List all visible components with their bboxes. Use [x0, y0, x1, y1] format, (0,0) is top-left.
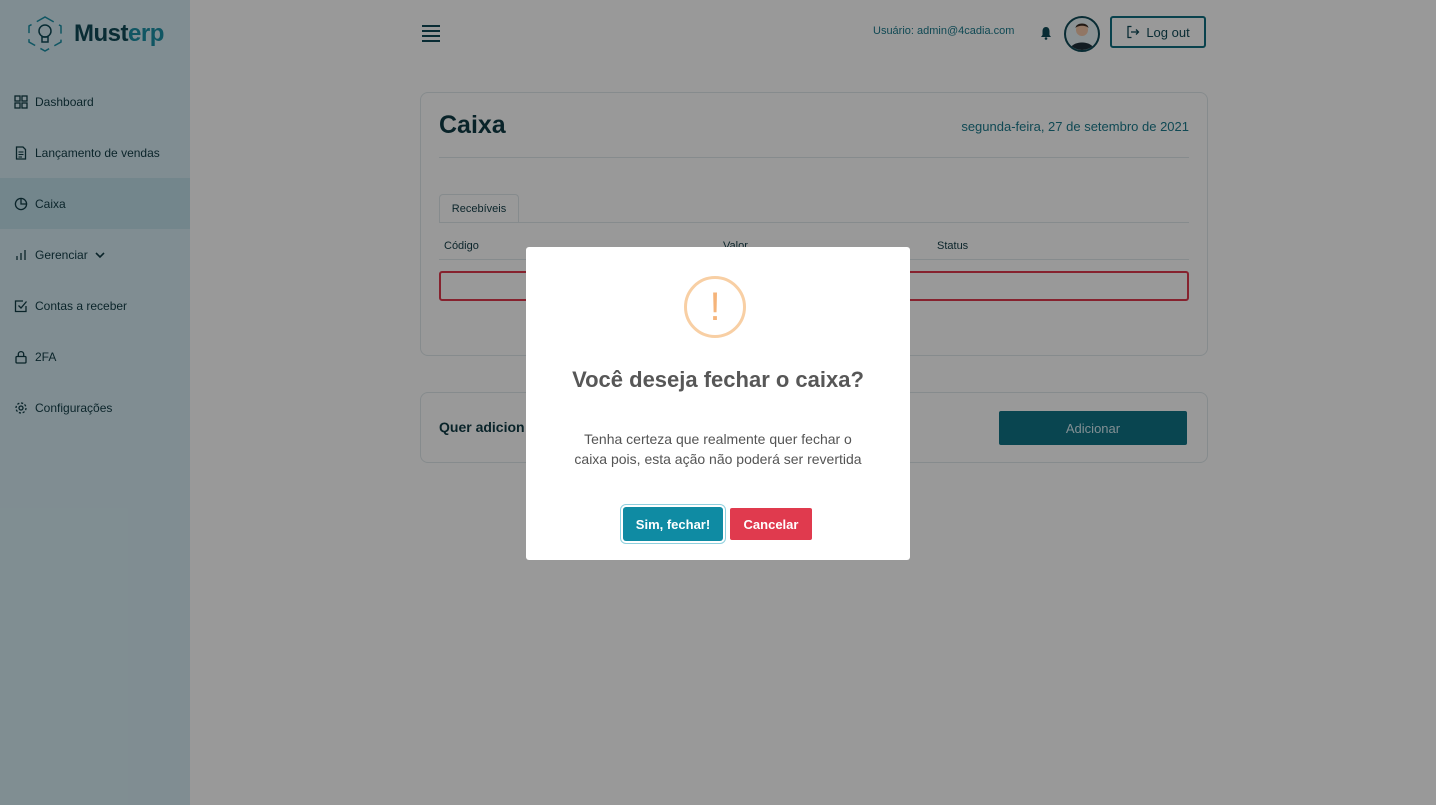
dialog-title: Você deseja fechar o caixa? — [572, 367, 864, 392]
warning-glyph: ! — [709, 285, 721, 329]
warning-icon: ! — [684, 276, 746, 338]
confirm-dialog: ! Você deseja fechar o caixa? Tenha cert… — [526, 247, 910, 560]
dialog-message: Tenha certeza que realmente quer fechar … — [574, 431, 862, 467]
confirm-button[interactable]: Sim, fechar! — [623, 507, 723, 541]
cancel-button[interactable]: Cancelar — [730, 508, 812, 540]
